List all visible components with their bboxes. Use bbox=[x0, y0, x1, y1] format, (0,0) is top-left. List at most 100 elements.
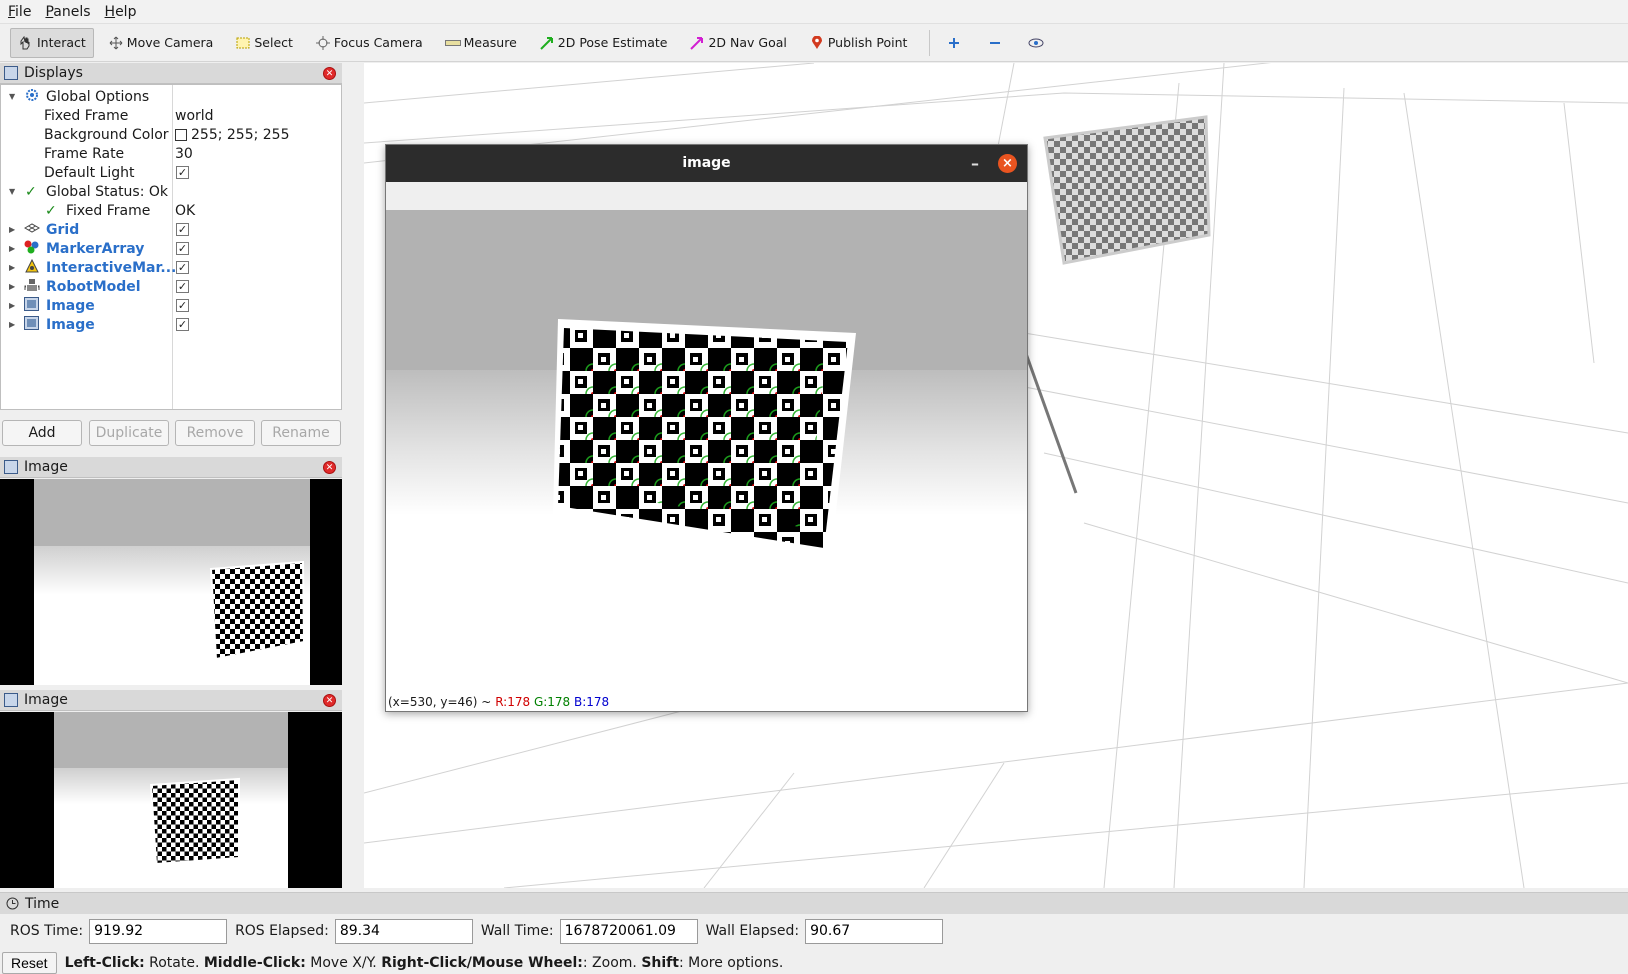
pose-estimate-tool-button[interactable]: 2D Pose Estimate bbox=[531, 28, 676, 58]
minus-icon bbox=[987, 35, 1003, 51]
duplicate-button[interactable]: Duplicate bbox=[89, 420, 169, 446]
close-icon[interactable]: ✕ bbox=[323, 461, 336, 474]
image-panel-2-view bbox=[0, 712, 342, 888]
marker-array-icon bbox=[24, 240, 40, 258]
remove-tool-button[interactable] bbox=[979, 28, 1014, 58]
menu-file[interactable]: File bbox=[8, 4, 31, 20]
menu-help[interactable]: Help bbox=[105, 4, 137, 20]
image-panel-1-title: Image ✕ bbox=[0, 457, 342, 478]
collapse-arrow-icon[interactable]: ▶ bbox=[9, 263, 15, 272]
wall-time-label: Wall Time: bbox=[480, 923, 554, 939]
image-icon bbox=[24, 296, 39, 315]
image-window[interactable]: image – × (x=530, y=46) ~ R:178 G:178 B:… bbox=[385, 144, 1028, 712]
image-2-label: Image bbox=[46, 316, 95, 333]
shift-key: Shift bbox=[641, 955, 679, 971]
background-color-value[interactable]: 255; 255; 255 bbox=[175, 127, 290, 143]
display-item-grid[interactable]: ▶ Grid ✓ bbox=[1, 220, 341, 239]
tree-row-background-color[interactable]: Background Color 255; 255; 255 bbox=[1, 125, 341, 144]
camera-image-1 bbox=[34, 479, 310, 685]
nav-goal-tool-button[interactable]: 2D Nav Goal bbox=[681, 28, 794, 58]
reset-button[interactable]: Reset bbox=[2, 952, 57, 974]
image-2-checkbox[interactable]: ✓ bbox=[176, 318, 189, 331]
frame-rate-value[interactable]: 30 bbox=[175, 146, 193, 162]
close-icon[interactable]: ✕ bbox=[323, 67, 336, 80]
focus-camera-tool-button[interactable]: Focus Camera bbox=[307, 28, 431, 58]
ros-elapsed-label: ROS Elapsed: bbox=[235, 923, 329, 939]
close-icon[interactable]: ✕ bbox=[323, 694, 336, 707]
minimize-icon[interactable]: – bbox=[971, 145, 979, 182]
tree-row-global-options[interactable]: ▼ Global Options bbox=[1, 87, 341, 106]
robotmodel-label: RobotModel bbox=[46, 278, 141, 295]
image-window-titlebar[interactable]: image – × bbox=[386, 145, 1027, 182]
right-click-desc: : Zoom. bbox=[582, 955, 642, 971]
collapse-arrow-icon[interactable]: ▶ bbox=[9, 320, 15, 329]
ros-elapsed-field[interactable] bbox=[334, 918, 473, 944]
ros-time-label: ROS Time: bbox=[10, 923, 84, 939]
remove-button[interactable]: Remove bbox=[175, 420, 255, 446]
focus-icon bbox=[315, 35, 331, 51]
image-icon bbox=[24, 315, 39, 334]
wall-elapsed-field[interactable] bbox=[805, 918, 944, 944]
grid-checkbox[interactable]: ✓ bbox=[176, 223, 189, 236]
collapse-arrow-icon[interactable]: ▶ bbox=[9, 282, 15, 291]
map-pin-icon bbox=[809, 35, 825, 51]
time-bar: ROS Time: ROS Elapsed: Wall Time: Wall E… bbox=[0, 914, 1628, 948]
close-icon[interactable]: × bbox=[998, 154, 1017, 173]
measure-label: Measure bbox=[463, 35, 517, 50]
right-click-key: Right-Click/Mouse Wheel: bbox=[381, 955, 583, 971]
tree-row-default-light[interactable]: Default Light ✓ bbox=[1, 163, 341, 182]
markerarray-checkbox[interactable]: ✓ bbox=[176, 242, 189, 255]
collapse-arrow-icon[interactable]: ▶ bbox=[9, 225, 15, 234]
fixed-frame-value[interactable]: world bbox=[175, 108, 214, 124]
time-panel-title: Time bbox=[0, 892, 1628, 914]
color-swatch bbox=[175, 128, 187, 141]
display-item-image-1[interactable]: ▶ Image ✓ bbox=[1, 296, 341, 315]
expand-arrow-icon[interactable]: ▼ bbox=[9, 187, 15, 196]
displays-panel-title: Displays ✕ bbox=[0, 63, 342, 84]
tree-row-frame-rate[interactable]: Frame Rate 30 bbox=[1, 144, 341, 163]
image-1-checkbox[interactable]: ✓ bbox=[176, 299, 189, 312]
grid-icon bbox=[23, 222, 41, 238]
left-click-key: Left-Click: bbox=[64, 955, 145, 971]
tree-row-status-fixed-frame[interactable]: ✓ Fixed Frame OK bbox=[1, 201, 341, 220]
rename-button[interactable]: Rename bbox=[261, 420, 341, 446]
image-window-canvas[interactable] bbox=[386, 210, 1027, 692]
default-light-checkbox[interactable]: ✓ bbox=[176, 166, 189, 179]
tree-row-fixed-frame[interactable]: Fixed Frame world bbox=[1, 106, 341, 125]
markerarray-label: MarkerArray bbox=[46, 240, 145, 257]
ros-time-field[interactable] bbox=[89, 918, 228, 944]
displays-tree: ▼ Global Options Fixed Frame world Backg… bbox=[0, 84, 342, 410]
tree-row-global-status[interactable]: ▼ ✓ Global Status: Ok bbox=[1, 182, 341, 201]
move-camera-tool-button[interactable]: Move Camera bbox=[100, 28, 222, 58]
background-color-text: 255; 255; 255 bbox=[191, 126, 290, 143]
publish-point-tool-button[interactable]: Publish Point bbox=[801, 28, 916, 58]
add-tool-button[interactable] bbox=[938, 28, 973, 58]
wall-time-field[interactable] bbox=[559, 918, 698, 944]
display-item-robotmodel[interactable]: ▶ RobotModel ✓ bbox=[1, 277, 341, 296]
frame-rate-label: Frame Rate bbox=[44, 145, 125, 162]
expand-arrow-icon[interactable]: ▼ bbox=[9, 92, 15, 101]
display-item-image-2[interactable]: ▶ Image ✓ bbox=[1, 315, 341, 334]
display-item-markerarray[interactable]: ▶ MarkerArray ✓ bbox=[1, 239, 341, 258]
measure-tool-button[interactable]: Measure bbox=[437, 28, 525, 58]
eye-icon bbox=[1028, 35, 1044, 51]
time-title-text: Time bbox=[25, 895, 60, 912]
menu-panels[interactable]: Panels bbox=[45, 4, 90, 20]
toolbar-separator bbox=[929, 29, 931, 56]
interactive-marker-icon bbox=[24, 258, 40, 277]
collapse-arrow-icon[interactable]: ▶ bbox=[9, 244, 15, 253]
pose-estimate-label: 2D Pose Estimate bbox=[557, 35, 668, 50]
select-tool-button[interactable]: Select bbox=[227, 28, 301, 58]
toolbar: Interact Move Camera Select Focus Camera… bbox=[0, 24, 1628, 62]
fixed-frame-label: Fixed Frame bbox=[44, 107, 129, 124]
hand-icon bbox=[18, 35, 34, 51]
interactive-markers-checkbox[interactable]: ✓ bbox=[176, 261, 189, 274]
robotmodel-checkbox[interactable]: ✓ bbox=[176, 280, 189, 293]
left-click-desc: Rotate. bbox=[144, 955, 204, 971]
collapse-arrow-icon[interactable]: ▶ bbox=[9, 301, 15, 310]
display-item-interactive-markers[interactable]: ▶ InteractiveMar... ✓ bbox=[1, 258, 341, 277]
add-button[interactable]: Add bbox=[2, 420, 82, 446]
view-options-button[interactable] bbox=[1020, 28, 1055, 58]
wall-elapsed-label: Wall Elapsed: bbox=[705, 923, 800, 939]
interact-tool-button[interactable]: Interact bbox=[10, 27, 94, 58]
